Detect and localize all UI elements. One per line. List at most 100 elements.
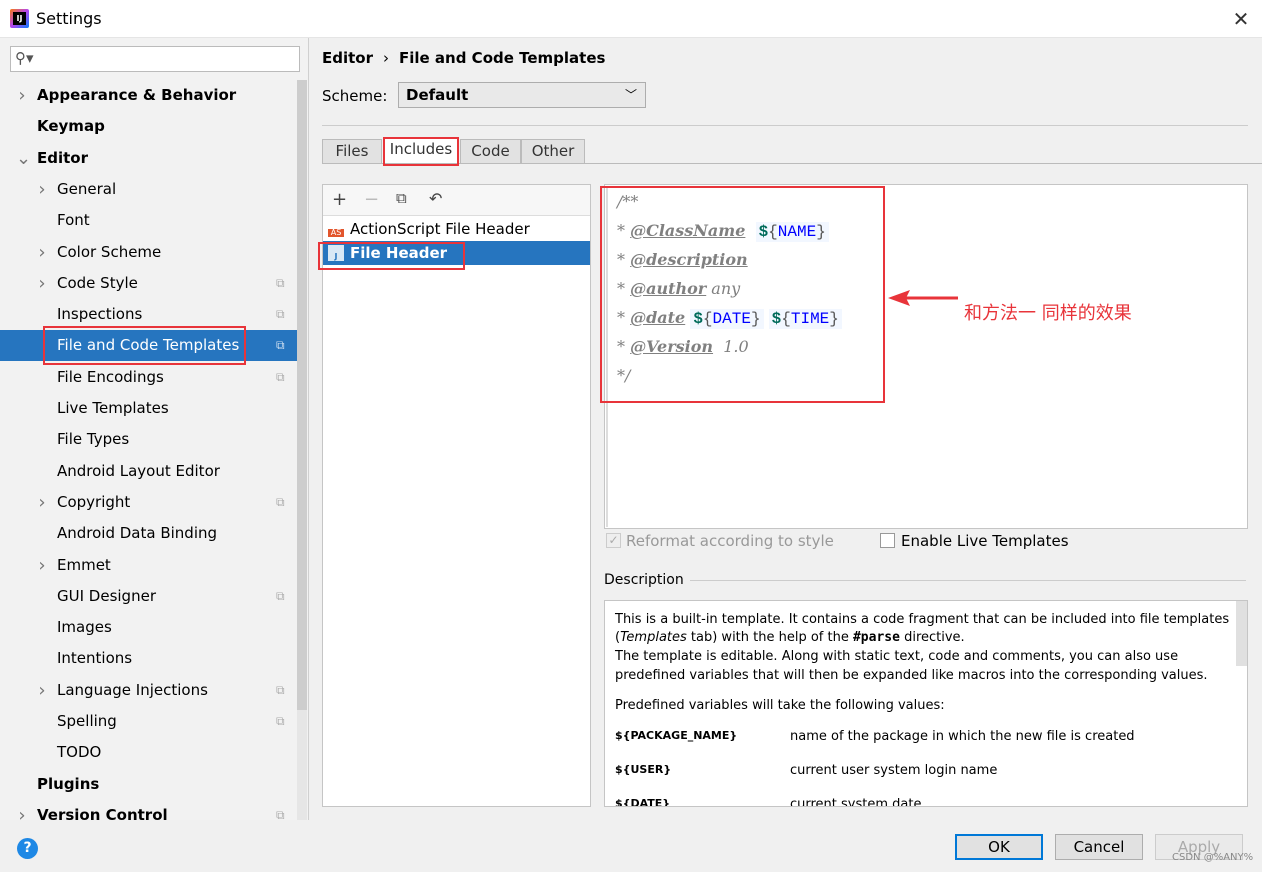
annotation-text: 和方法一 同样的效果 <box>964 303 1132 324</box>
project-scope-icon: ⧉ <box>276 494 285 509</box>
variable-description: current user system login name <box>790 763 998 778</box>
chevron-right-icon[interactable]: › <box>36 268 48 299</box>
variable-description: name of the package in which the new fil… <box>790 729 1135 744</box>
sidebar-item-language-injections[interactable]: › Language Injections ⧉ <box>0 675 297 706</box>
reset-icon[interactable]: ↶ <box>429 189 442 208</box>
sidebar-item-editor[interactable]: ⌄ Editor <box>0 143 297 174</box>
search-icon: ⚲▾ <box>15 49 34 67</box>
project-scope-icon: ⧉ <box>276 307 285 322</box>
chevron-right-icon[interactable]: › <box>36 237 48 268</box>
sidebar-item-spelling[interactable]: Spelling ⧉ <box>0 706 297 737</box>
sidebar-item-android-layout-editor[interactable]: Android Layout Editor <box>0 456 297 487</box>
sidebar-item-label: Intentions <box>57 649 133 668</box>
sidebar-item-label: Images <box>57 618 112 637</box>
sidebar-item-file-types[interactable]: File Types <box>0 424 297 455</box>
search-input[interactable]: ⚲▾ <box>10 46 300 72</box>
copy-icon[interactable]: ⧉ <box>396 189 407 207</box>
sidebar-item-label: Emmet <box>57 555 111 574</box>
sidebar-item-label: GUI Designer <box>57 586 156 605</box>
variable-name: ${DATE} <box>615 797 671 807</box>
sidebar-item-label: Code Style <box>57 273 138 292</box>
project-scope-icon: ⧉ <box>276 369 285 384</box>
chevron-down-icon: ﹀ <box>624 88 637 102</box>
sidebar-item-label: Spelling <box>57 712 117 730</box>
sidebar-item-intentions[interactable]: Intentions <box>0 643 297 674</box>
chevron-right-icon[interactable]: › <box>36 487 48 518</box>
list-item-label: ActionScript File Header <box>350 220 530 238</box>
sidebar-item-label: Color Scheme <box>57 242 162 261</box>
project-scope-icon: ⧉ <box>276 682 285 697</box>
sidebar-item-code-style[interactable]: › Code Style ⧉ <box>0 268 297 299</box>
breadcrumb-editor: Editor <box>322 49 373 67</box>
scrollbar-thumb[interactable] <box>297 80 307 710</box>
highlight-box <box>600 186 885 403</box>
annotation-arrow-icon <box>888 290 958 306</box>
sidebar-item-plugins[interactable]: Plugins <box>0 769 297 800</box>
chevron-right-icon[interactable]: › <box>16 800 28 831</box>
list-item[interactable]: AS ActionScript File Header <box>323 217 590 241</box>
sidebar-item-label: Live Templates <box>57 399 169 417</box>
watermark: CSDN @%ANY% <box>1172 852 1254 863</box>
sidebar-item-label: Appearance & Behavior <box>37 86 237 104</box>
divider <box>690 580 1246 581</box>
breadcrumb-current: File and Code Templates <box>399 49 606 67</box>
sidebar-scrollbar[interactable] <box>297 80 307 820</box>
reformat-label: Reformat according to style <box>626 532 834 550</box>
title-bar: IJ Settings ✕ <box>0 0 1262 38</box>
sidebar-item-label: Font <box>57 211 90 230</box>
chevron-right-icon[interactable]: › <box>36 675 48 706</box>
sidebar-item-label: Version Control <box>37 805 168 824</box>
scheme-value: Default <box>406 86 469 104</box>
project-scope-icon: ⧉ <box>276 275 285 290</box>
ok-button[interactable]: OK <box>955 834 1043 860</box>
tab-other[interactable]: Other <box>521 139 585 164</box>
chevron-right-icon[interactable]: › <box>16 80 28 111</box>
scheme-label: Scheme: <box>322 87 388 105</box>
list-toolbar: + − ⧉ ↶ <box>323 185 590 216</box>
actionscript-file-icon: AS <box>328 221 344 237</box>
sidebar-item-label: Language Injections <box>57 680 208 699</box>
sidebar-item-images[interactable]: Images <box>0 612 297 643</box>
tab-code[interactable]: Code <box>460 139 521 164</box>
highlight-box <box>43 326 246 365</box>
sidebar-item-copyright[interactable]: › Copyright ⧉ <box>0 487 297 518</box>
description-scrollbar[interactable] <box>1236 601 1247 666</box>
sidebar-item-font[interactable]: Font <box>0 205 297 236</box>
sidebar-item-keymap[interactable]: Keymap <box>0 111 297 142</box>
reformat-checkbox[interactable]: ✓ <box>606 533 621 548</box>
breadcrumb-separator: › <box>383 49 389 67</box>
sidebar-item-label: TODO <box>57 743 102 762</box>
chevron-down-icon[interactable]: ⌄ <box>16 143 31 174</box>
sidebar-item-version-control[interactable]: › Version Control ⧉ <box>0 800 297 831</box>
chevron-right-icon[interactable]: › <box>36 550 48 581</box>
tab-divider <box>322 163 1262 164</box>
sidebar-item-android-data-binding[interactable]: Android Data Binding <box>0 518 297 549</box>
sidebar-item-label: File Encodings <box>57 367 164 386</box>
sidebar-item-label: Plugins <box>37 774 100 793</box>
sidebar-item-color-scheme[interactable]: › Color Scheme <box>0 237 297 268</box>
sidebar-item-gui-designer[interactable]: GUI Designer ⧉ <box>0 581 297 612</box>
add-icon[interactable]: + <box>332 189 347 210</box>
close-button[interactable]: ✕ <box>1228 6 1254 32</box>
enable-live-templates-label: Enable Live Templates <box>901 532 1069 550</box>
divider <box>322 125 1248 126</box>
sidebar-item-todo[interactable]: TODO <box>0 737 297 768</box>
sidebar-item-general[interactable]: › General <box>0 174 297 205</box>
tab-files[interactable]: Files <box>322 139 382 164</box>
intellij-idea-icon: IJ <box>10 9 29 28</box>
chevron-right-icon[interactable]: › <box>36 174 48 205</box>
scheme-select[interactable]: Default ﹀ <box>398 82 646 108</box>
enable-live-templates-checkbox[interactable] <box>880 533 895 548</box>
sidebar-item-emmet[interactable]: › Emmet <box>0 550 297 581</box>
template-list-panel: + − ⧉ ↶ AS ActionScript File Header J File… <box>322 184 591 807</box>
sidebar-item-file-encodings[interactable]: File Encodings ⧉ <box>0 362 297 393</box>
sidebar-item-live-templates[interactable]: Live Templates <box>0 393 297 424</box>
description-label: Description <box>604 572 684 588</box>
sidebar-item-appearance-behavior[interactable]: › Appearance & Behavior <box>0 80 297 111</box>
sidebar-item-label: File Types <box>57 430 130 449</box>
help-icon[interactable]: ? <box>17 838 38 859</box>
remove-icon[interactable]: − <box>364 189 379 210</box>
cancel-button[interactable]: Cancel <box>1055 834 1143 860</box>
variable-name: ${USER} <box>615 763 672 776</box>
settings-sidebar: ⚲▾ › Appearance & Behavior Keymap ⌄ Editor › G… <box>0 38 309 826</box>
